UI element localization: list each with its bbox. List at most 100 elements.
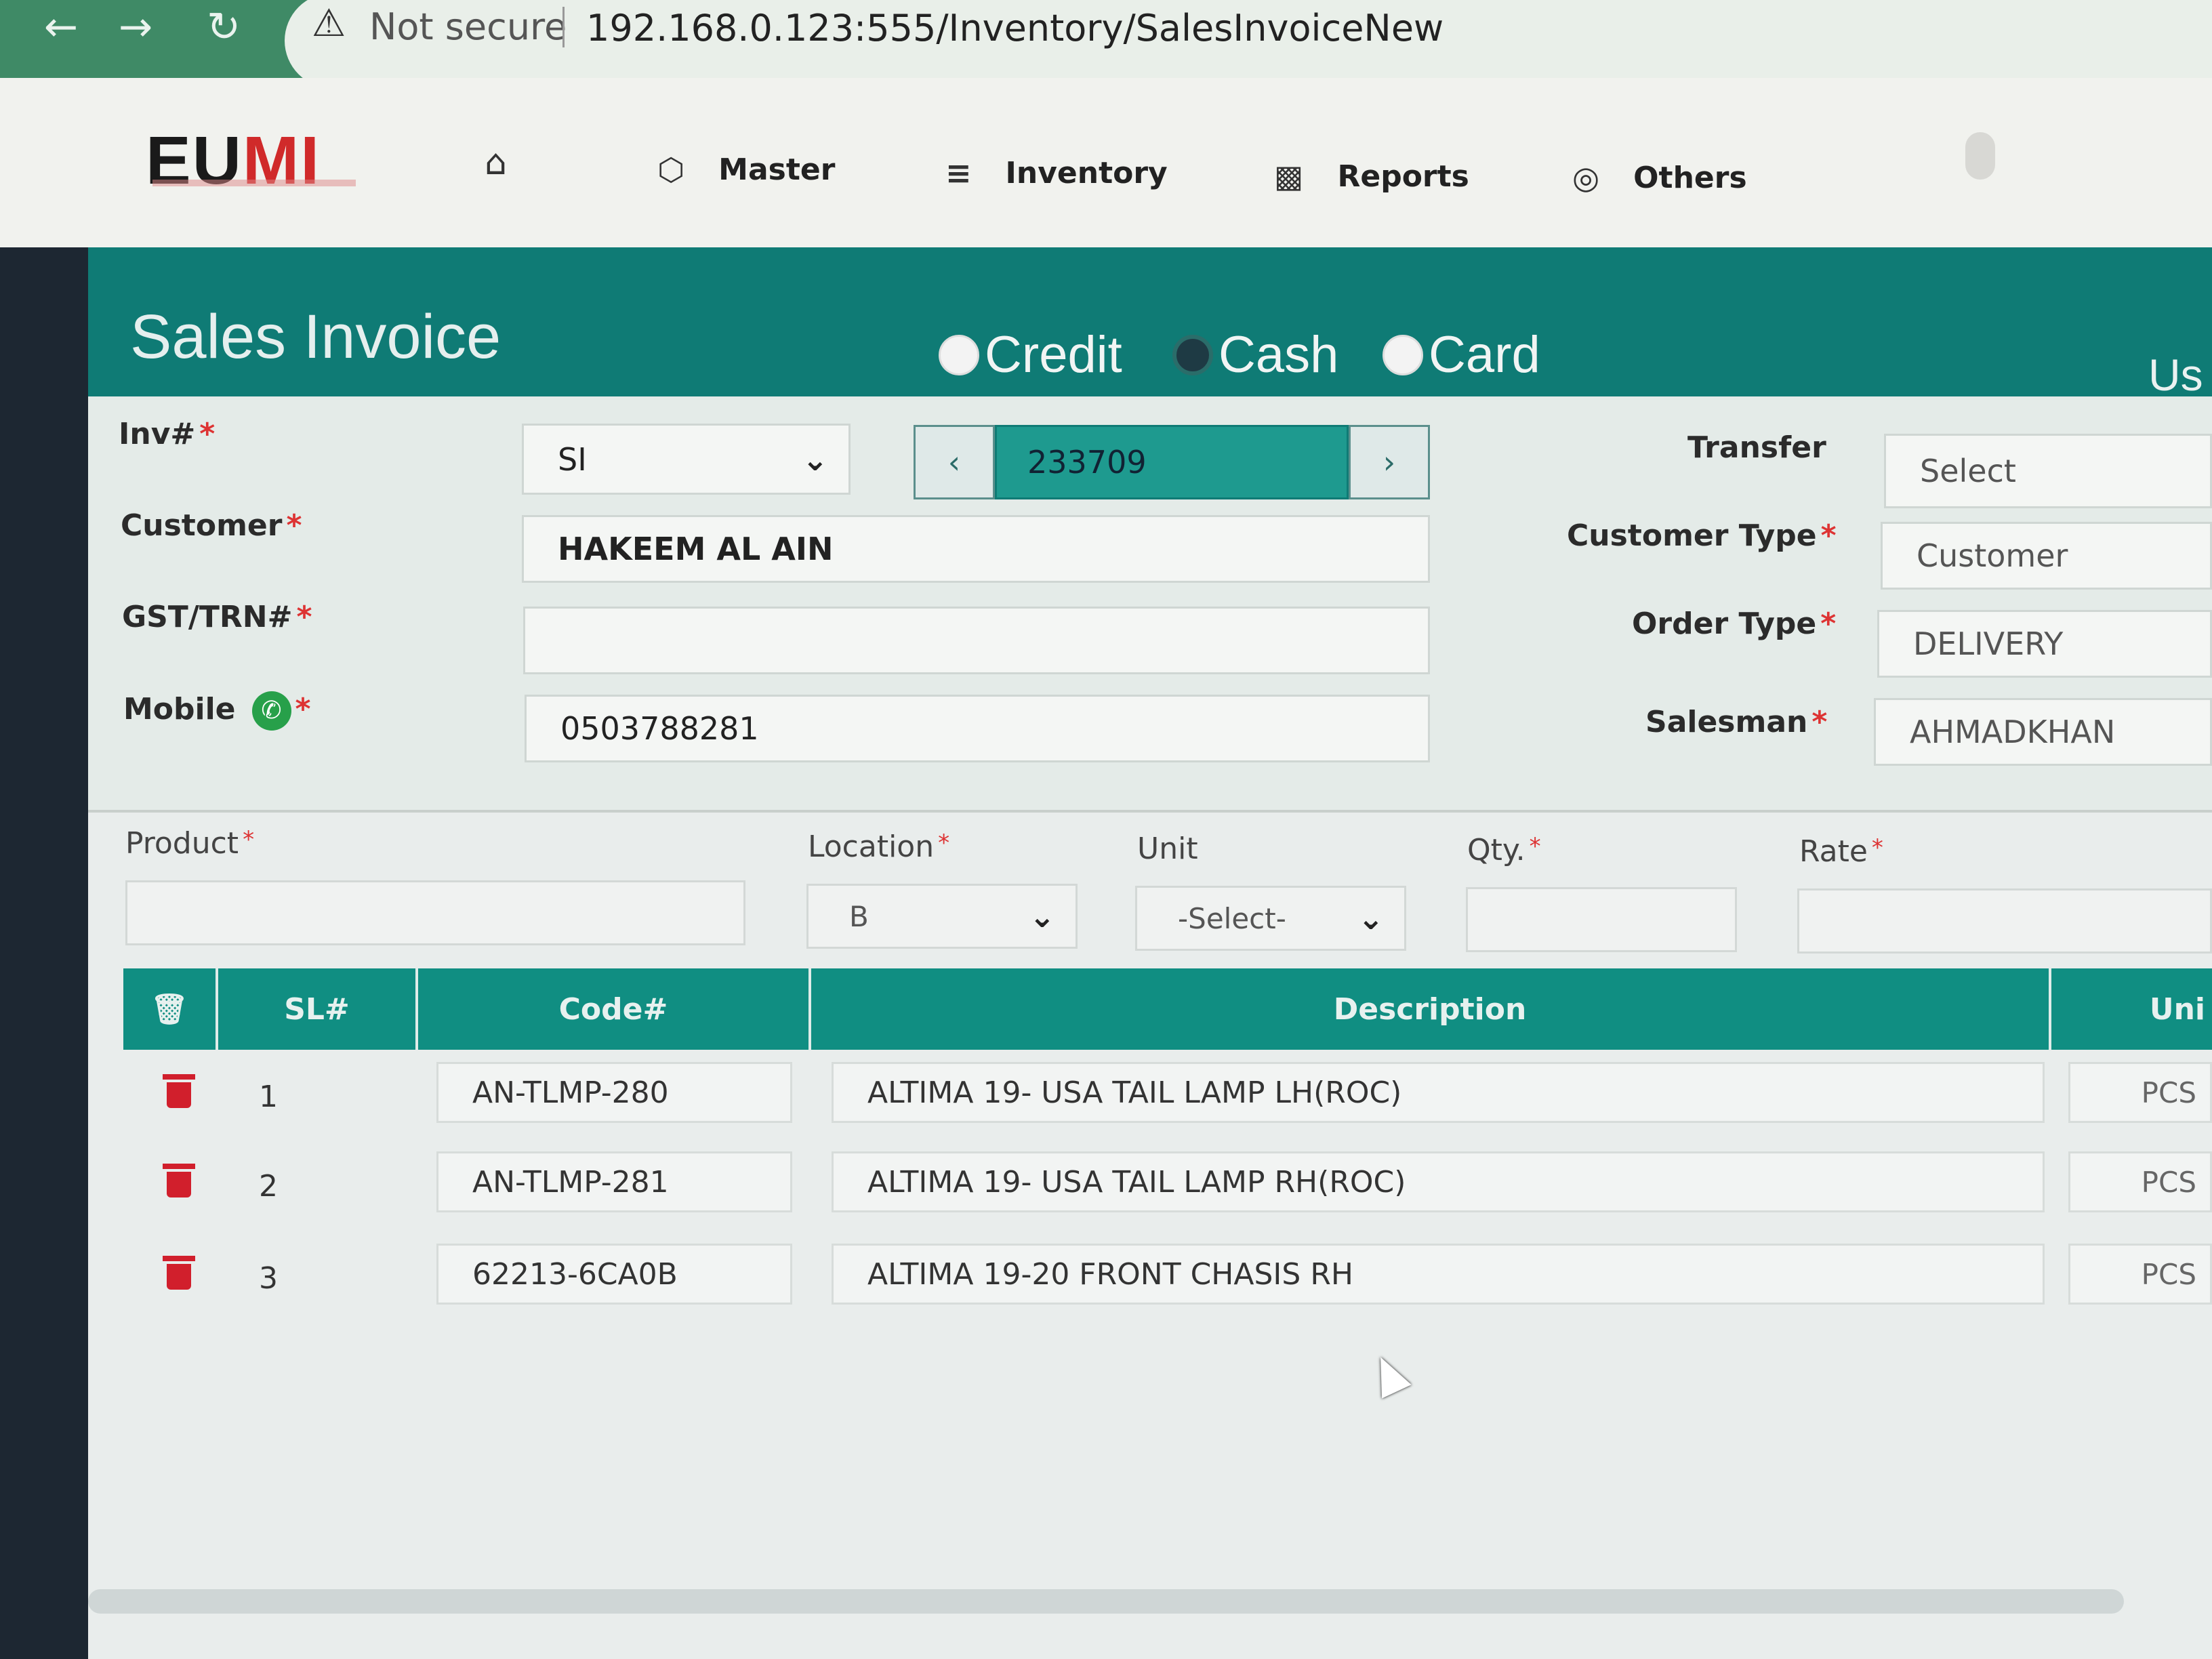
required-marker: * xyxy=(1820,607,1837,641)
cube-icon: ⬡ xyxy=(657,151,685,188)
order-type-label-text: Order Type xyxy=(1632,607,1817,641)
row-description-value: ALTIMA 19- USA TAIL LAMP LH(ROC) xyxy=(867,1075,1402,1110)
row-unit-value: PCS xyxy=(2141,1165,2196,1199)
transfer-select[interactable]: Select xyxy=(1884,434,2212,508)
next-invoice-button[interactable]: › xyxy=(1349,425,1430,499)
logo-tagline-decoration xyxy=(152,180,356,186)
product-input[interactable] xyxy=(125,880,745,945)
mobile-input[interactable]: 0503788281 xyxy=(525,695,1430,762)
menu-item-reports[interactable]: ▩ Reports xyxy=(1274,152,1469,200)
chevron-down-icon: ⌄ xyxy=(1029,898,1055,935)
menu-label: Inventory xyxy=(1005,155,1168,190)
unit-column-header: Uni xyxy=(2149,991,2205,1027)
order-type-value: DELIVERY xyxy=(1913,626,2064,662)
inv-label: Inv# * xyxy=(119,417,215,451)
address-bar[interactable]: ⚠ Not secure 192.168.0.123:555/Inventory… xyxy=(285,0,2212,88)
chevron-right-icon: › xyxy=(1382,444,1396,480)
menu-label: Others xyxy=(1633,160,1747,195)
customer-label: Customer * xyxy=(121,508,302,543)
forward-icon[interactable]: → xyxy=(108,0,163,54)
inv-label-text: Inv# xyxy=(119,417,196,451)
previous-invoice-button[interactable]: ‹ xyxy=(914,425,995,499)
payment-mode-card[interactable]: Card xyxy=(1382,325,1540,384)
radio-cash-icon[interactable] xyxy=(1172,334,1213,375)
qty-label: Qty. * xyxy=(1467,833,1541,867)
customer-type-select[interactable]: Customer xyxy=(1881,522,2212,590)
header-right-text: Us xyxy=(2148,350,2203,400)
salesman-label: Salesman * xyxy=(1645,705,1827,739)
sales-invoice-panel: Sales Invoice Credit Cash Card Us Inv# * … xyxy=(88,247,2212,1659)
delete-row-icon[interactable] xyxy=(163,1256,195,1290)
chevron-left-icon: ‹ xyxy=(947,444,961,480)
row-unit[interactable]: PCS xyxy=(2068,1244,2212,1305)
payment-mode-cash[interactable]: Cash xyxy=(1172,325,1338,384)
row-sl: 2 xyxy=(259,1169,278,1204)
required-marker: * xyxy=(1529,833,1541,860)
horizontal-scrollbar[interactable] xyxy=(88,1589,2124,1614)
salesman-value: AHMADKHAN xyxy=(1910,714,2116,750)
location-label-text: Location xyxy=(808,830,935,864)
user-icon[interactable] xyxy=(1965,132,1995,180)
gst-label-text: GST/TRN# xyxy=(122,600,293,634)
delete-row-icon[interactable] xyxy=(163,1164,195,1197)
row-description[interactable]: ALTIMA 19- USA TAIL LAMP RH(ROC) xyxy=(832,1151,2045,1212)
radio-credit-icon[interactable] xyxy=(939,334,979,375)
row-code[interactable]: 62213-6CA0B xyxy=(436,1244,792,1305)
delete-all-icon[interactable]: 🗑 xyxy=(123,968,218,1050)
required-marker: * xyxy=(938,830,950,857)
row-code-value: AN-TLMP-281 xyxy=(472,1164,669,1200)
row-unit[interactable]: PCS xyxy=(2068,1062,2212,1123)
sl-column-header: SL# xyxy=(218,968,418,1050)
salesman-label-text: Salesman xyxy=(1645,705,1808,739)
table-row: 3 62213-6CA0B ALTIMA 19-20 FRONT CHASIS … xyxy=(123,1235,2212,1324)
code-column-header: Code# xyxy=(418,968,811,1050)
row-code[interactable]: AN-TLMP-280 xyxy=(436,1062,792,1123)
salesman-select[interactable]: AHMADKHAN xyxy=(1874,698,2212,766)
security-label[interactable]: Not secure xyxy=(369,5,567,48)
payment-mode-label: Cash xyxy=(1218,326,1339,384)
radio-card-icon[interactable] xyxy=(1382,334,1423,375)
row-description-value: ALTIMA 19-20 FRONT CHASIS RH xyxy=(867,1256,1353,1292)
rate-input[interactable] xyxy=(1797,888,2212,954)
payment-mode-label: Card xyxy=(1429,326,1540,384)
location-value: B xyxy=(849,899,869,933)
row-description[interactable]: ALTIMA 19- USA TAIL LAMP LH(ROC) xyxy=(832,1062,2045,1123)
row-description[interactable]: ALTIMA 19-20 FRONT CHASIS RH xyxy=(832,1244,2045,1305)
home-icon[interactable]: ⌂ xyxy=(485,142,507,183)
order-type-label: Order Type * xyxy=(1632,607,1836,641)
delete-row-icon[interactable] xyxy=(163,1074,195,1108)
row-unit-value: PCS xyxy=(2141,1076,2196,1109)
location-select[interactable]: B ⌄ xyxy=(806,884,1078,949)
row-code-value: 62213-6CA0B xyxy=(472,1256,678,1292)
invoice-number-value: 233709 xyxy=(1027,444,1147,480)
menu-label: Reports xyxy=(1337,159,1469,194)
url-text[interactable]: 192.168.0.123:555/Inventory/SalesInvoice… xyxy=(586,7,1443,49)
menu-item-master[interactable]: ⬡ Master xyxy=(657,146,835,193)
customer-input[interactable]: HAKEEM AL AIN xyxy=(522,515,1430,583)
required-marker: * xyxy=(286,508,302,543)
product-label: Product * xyxy=(125,826,254,861)
required-marker: * xyxy=(243,826,255,853)
menu-item-inventory[interactable]: ≡ Inventory xyxy=(945,149,1168,197)
menu-item-others[interactable]: ◎ Others xyxy=(1572,154,1747,201)
customer-label-text: Customer xyxy=(121,508,283,543)
warning-icon[interactable]: ⚠ xyxy=(312,1,346,45)
invoice-prefix-select[interactable]: SI ⌄ xyxy=(522,424,851,495)
app-logo[interactable]: EUMI xyxy=(146,122,321,200)
reload-icon[interactable]: ↻ xyxy=(197,0,251,54)
chevron-down-icon: ⌄ xyxy=(802,441,828,478)
required-marker: * xyxy=(295,692,311,726)
row-unit[interactable]: PCS xyxy=(2068,1151,2212,1212)
invoice-number-input[interactable]: 233709 xyxy=(995,425,1349,499)
row-code[interactable]: AN-TLMP-281 xyxy=(436,1151,792,1212)
unit-select[interactable]: -Select- ⌄ xyxy=(1135,886,1406,951)
qty-input[interactable] xyxy=(1466,887,1737,952)
whatsapp-icon[interactable]: ✆ xyxy=(251,691,291,731)
gst-trn-input[interactable] xyxy=(523,607,1430,674)
table-row: 1 AN-TLMP-280 ALTIMA 19- USA TAIL LAMP L… xyxy=(123,1054,2212,1142)
back-icon[interactable]: ← xyxy=(34,0,88,54)
order-type-select[interactable]: DELIVERY xyxy=(1877,610,2212,678)
app-navbar: EUMI ⌂ ⬡ Master ≡ Inventory ▩ Reports ◎ … xyxy=(0,78,2212,247)
left-gutter xyxy=(0,247,88,1659)
payment-mode-credit[interactable]: Credit xyxy=(939,325,1122,384)
